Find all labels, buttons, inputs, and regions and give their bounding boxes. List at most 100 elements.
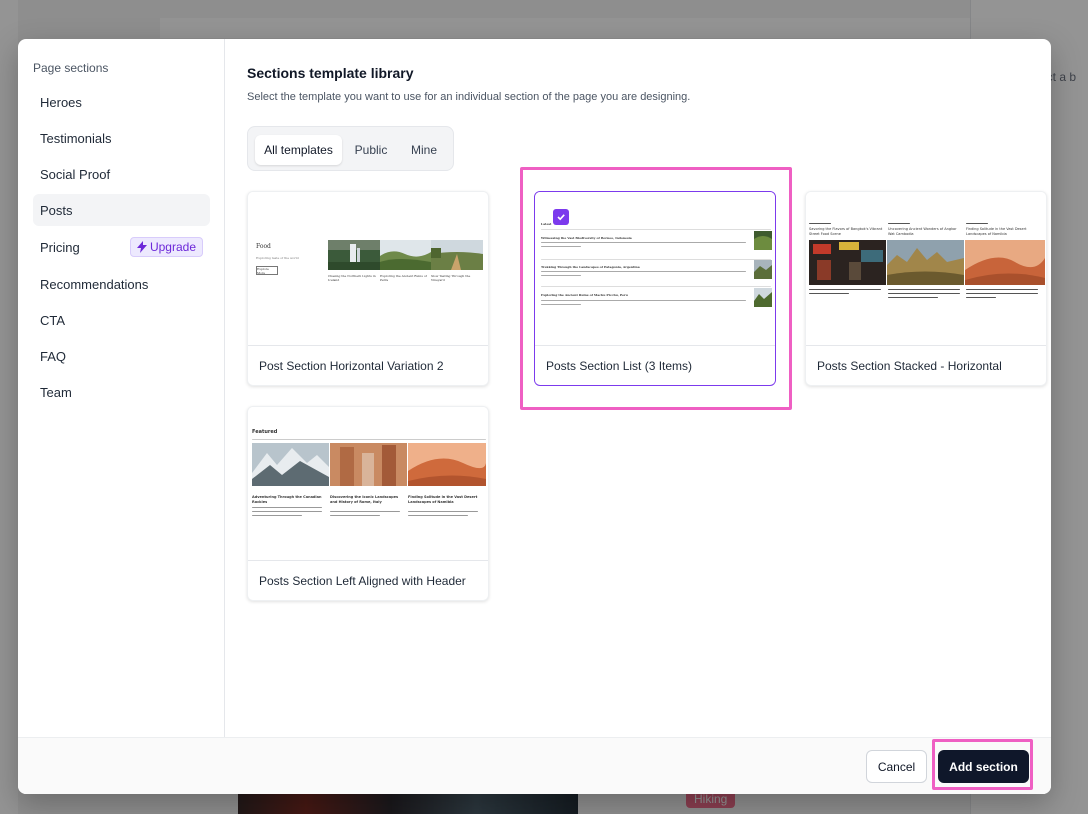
cancel-button[interactable]: Cancel [866,750,927,783]
library-title: Sections template library [247,65,414,81]
preview-caption: Chasing the Northern Lights in Iceland [328,274,376,282]
preview-text-line [252,515,302,516]
preview-text-line [888,289,960,290]
preview-heading: Latest [541,222,552,226]
preview-caption: Discovering the Iconic Landscapes and Hi… [330,495,399,504]
template-card-label: Posts Section Left Aligned with Header [259,574,466,588]
preview-subheading: Exploring taste of the world [256,256,299,260]
preview-text-line [541,242,746,243]
template-card-horizontal-variation-2[interactable]: Food Exploring taste of the world Explor… [247,191,489,386]
preview-caption: Finding Solitude in the Vast Desert Land… [966,227,1027,236]
preview-text-line [966,289,1038,290]
sidebar-item-label: Pricing [40,239,80,255]
sidebar-item-social-proof[interactable]: Social Proof [33,158,210,190]
sidebar-item-label: Posts [40,202,73,218]
sidebar-item-pricing[interactable]: Pricing Upgrade [33,231,210,263]
tab-public[interactable]: Public [346,135,396,165]
preview-text-line [252,507,322,508]
sidebar-item-label: Heroes [40,94,82,110]
template-card-label: Posts Section Stacked - Horizontal [817,359,1002,373]
tab-mine[interactable]: Mine [400,135,448,165]
template-library: Sections template library Select the tem… [226,39,1051,737]
sidebar-item-team[interactable]: Team [33,376,210,408]
preview-text-line [541,246,581,247]
preview-item-title: Trekking Through the Landscapes of Patag… [541,265,640,269]
sidebar-item-heroes[interactable]: Heroes [33,86,210,118]
vineyard-image [431,240,483,270]
preview-text-line [888,297,938,298]
desert-image [965,240,1045,285]
template-card-label: Post Section Horizontal Variation 2 [259,359,444,373]
preview-text-line [809,293,849,294]
namibia-desert-image [408,443,486,486]
preview-caption: Slow Tasting Through the Vineyard [431,274,471,282]
rome-image [330,443,407,486]
sidebar-item-label: Testimonials [40,130,112,146]
template-preview: Latest Witnessing the Vast Biodiversity … [535,192,775,346]
template-filter-tabs: All templates Public Mine [247,126,454,171]
preview-divider [541,229,771,230]
sidebar-item-testimonials[interactable]: Testimonials [33,122,210,154]
template-card-left-aligned-header[interactable]: Featured Adventuring Through the Canadia… [247,406,489,601]
preview-text-line [888,293,960,294]
template-preview: Food Exploring taste of the world Explor… [248,192,488,346]
preview-meta-line [966,223,988,224]
rainforest-image [754,231,772,250]
sidebar-item-label: CTA [40,312,66,328]
preview-divider [541,286,771,287]
machu-picchu-image [754,288,772,307]
sidebar-item-label: Social Proof [40,166,111,182]
preview-item-title: Witnessing the Vast Biodiversity of Born… [541,236,632,240]
patagonia-image [754,260,772,279]
preview-heading: Featured [252,429,278,435]
tab-all-templates[interactable]: All templates [255,135,342,165]
preview-button: Explore More [256,266,278,275]
preview-text-line [966,293,1038,294]
template-card-list-3-items[interactable]: Latest Witnessing the Vast Biodiversity … [534,191,776,386]
selected-checkbox[interactable] [553,209,569,225]
template-preview: Savoring the Flavors of Bangkok's Vibran… [806,192,1046,346]
dialog-footer: Cancel Add section [18,737,1051,794]
sidebar-item-cta[interactable]: CTA [33,304,210,336]
preview-meta-line [888,223,910,224]
preview-text-line [330,511,400,512]
street-food-image [809,240,886,285]
library-subtitle: Select the template you want to use for … [247,91,691,103]
template-card-stacked-horizontal[interactable]: Savoring the Flavors of Bangkok's Vibran… [805,191,1047,386]
add-section-button[interactable]: Add section [938,750,1029,783]
preview-text-line [809,289,881,290]
preview-divider [541,259,771,260]
sidebar-item-label: Recommendations [40,276,149,292]
preview-text-line [252,511,322,512]
preview-meta-line [809,223,831,224]
canadian-rockies-image [252,443,329,486]
preview-text-line [966,297,996,298]
preview-heading: Food [256,243,271,250]
checkmark-icon [557,214,565,221]
preview-text-line [408,515,468,516]
preview-caption: Exploring the Ancient Ruins of Petra [380,274,427,282]
page-sections-sidebar: Page sections Heroes Testimonials Social… [18,39,225,737]
template-card-label: Posts Section List (3 Items) [546,359,693,373]
preview-text-line [541,275,581,276]
template-preview: Featured Adventuring Through the Canadia… [248,407,488,561]
waterfall-image [328,240,380,270]
lightning-icon [136,241,147,253]
preview-text-line [541,271,746,272]
preview-text-line [541,304,581,305]
preview-caption: Finding Solitude in the Vast Desert Land… [408,495,478,504]
sidebar-item-label: Team [40,384,72,400]
preview-text-line [408,511,478,512]
preview-caption: Savoring the Flavors of Bangkok's Vibran… [809,227,883,236]
preview-caption: Uncovering Ancient Wonders of Angkor Wat… [888,227,957,236]
angkor-wat-image [887,240,964,285]
sidebar-title: Page sections [33,61,109,75]
sidebar-item-posts[interactable]: Posts [33,194,210,226]
sidebar-item-label: FAQ [40,348,67,364]
upgrade-badge[interactable]: Upgrade [129,237,203,257]
preview-text-line [330,515,380,516]
sidebar-item-recommendations[interactable]: Recommendations [33,268,210,300]
preview-item-title: Exploring the Ancient Ruins of Machu Pic… [541,293,628,297]
sidebar-item-faq[interactable]: FAQ [33,340,210,372]
sections-template-dialog: Page sections Heroes Testimonials Social… [18,39,1051,794]
